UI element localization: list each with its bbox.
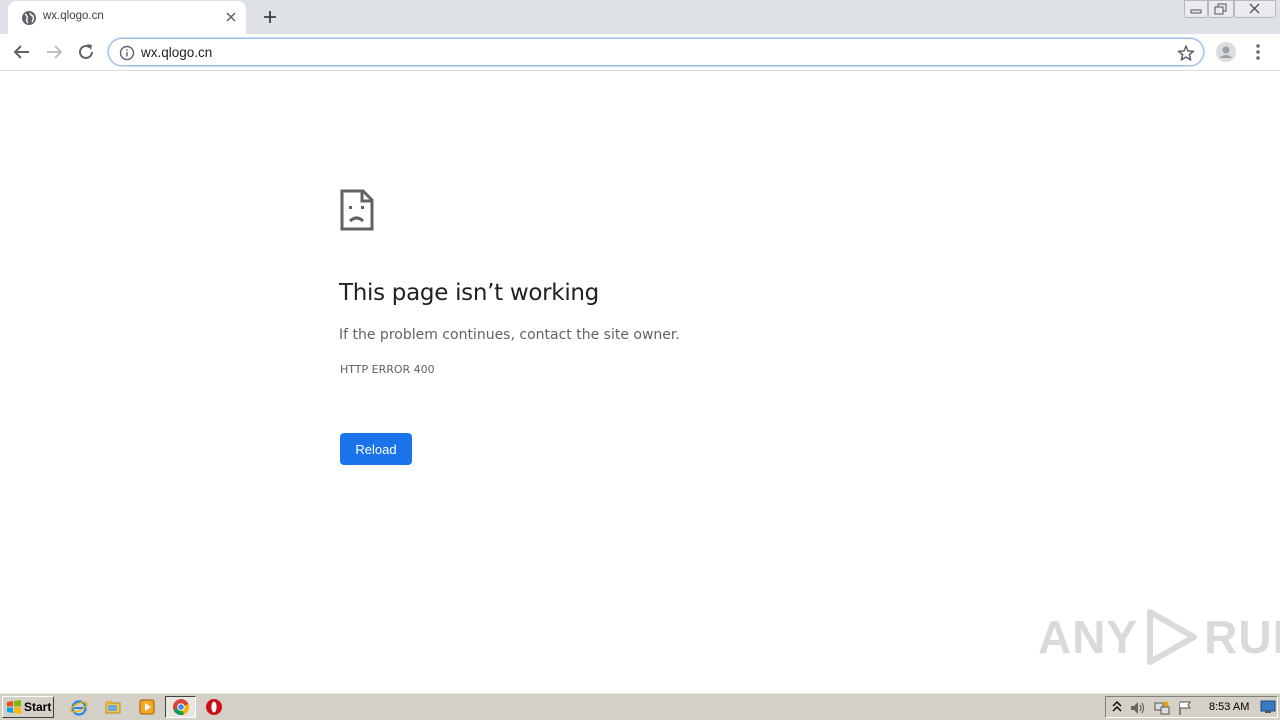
- show-desktop-icon[interactable]: [1260, 700, 1276, 714]
- error-title: This page isn’t working: [339, 280, 599, 306]
- info-icon[interactable]: [119, 45, 135, 61]
- close-icon[interactable]: [223, 9, 239, 25]
- start-label: Start: [24, 700, 52, 714]
- action-center-flag-icon[interactable]: [1177, 700, 1193, 716]
- chrome-icon: [173, 699, 190, 716]
- clock[interactable]: 8:53 AM: [1209, 701, 1249, 713]
- play-logo-icon: [1147, 609, 1198, 665]
- forward-arrow-icon[interactable]: [43, 41, 65, 63]
- ie-icon[interactable]: [70, 698, 88, 716]
- menu-dots-icon[interactable]: [1250, 41, 1266, 63]
- reload-button[interactable]: Reload: [340, 433, 412, 465]
- watermark-right-text: RUN: [1204, 611, 1280, 663]
- anyrun-watermark: ANY RUN: [1038, 607, 1280, 667]
- folder-icon[interactable]: [104, 698, 122, 716]
- profile-icon[interactable]: [1215, 41, 1237, 63]
- system-tray: 8:53 AM: [1105, 696, 1278, 718]
- minimize-icon: [1190, 9, 1202, 14]
- back-arrow-icon[interactable]: [11, 41, 33, 63]
- volume-icon[interactable]: [1129, 700, 1147, 716]
- error-message: If the problem continues, contact the si…: [339, 327, 680, 343]
- sad-page-icon: [340, 189, 374, 231]
- start-button[interactable]: Start: [2, 696, 54, 718]
- restore-button[interactable]: [1208, 0, 1234, 18]
- taskbar: Start 8:53 AM: [0, 692, 1280, 720]
- page-content: This page isn’t working If the problem c…: [0, 72, 1280, 692]
- browser-toolbar: wx.qlogo.cn: [0, 34, 1280, 71]
- tab-title: wx.qlogo.cn: [43, 10, 104, 22]
- watermark-left-text: ANY: [1038, 611, 1139, 663]
- browser-tab[interactable]: wx.qlogo.cn: [8, 1, 246, 34]
- plus-icon[interactable]: [261, 8, 279, 26]
- network-icon[interactable]: [1153, 700, 1171, 716]
- chrome-taskbar-button[interactable]: [165, 696, 196, 718]
- opera-icon[interactable]: [205, 698, 223, 716]
- reload-icon[interactable]: [75, 41, 97, 63]
- globe-icon: [22, 11, 36, 25]
- close-window-icon: [1249, 3, 1260, 14]
- address-bar[interactable]: wx.qlogo.cn: [108, 38, 1204, 66]
- close-window-button[interactable]: [1234, 0, 1276, 18]
- star-icon[interactable]: [1177, 44, 1195, 62]
- restore-icon: [1214, 3, 1227, 15]
- minimize-button[interactable]: [1184, 0, 1208, 18]
- windows-flag-icon: [7, 700, 21, 714]
- url-text[interactable]: wx.qlogo.cn: [141, 45, 212, 60]
- media-player-icon[interactable]: [138, 698, 156, 716]
- tab-strip: wx.qlogo.cn: [0, 0, 1280, 34]
- show-hidden-icons-icon[interactable]: [1111, 700, 1123, 714]
- error-code: HTTP ERROR 400: [340, 363, 435, 376]
